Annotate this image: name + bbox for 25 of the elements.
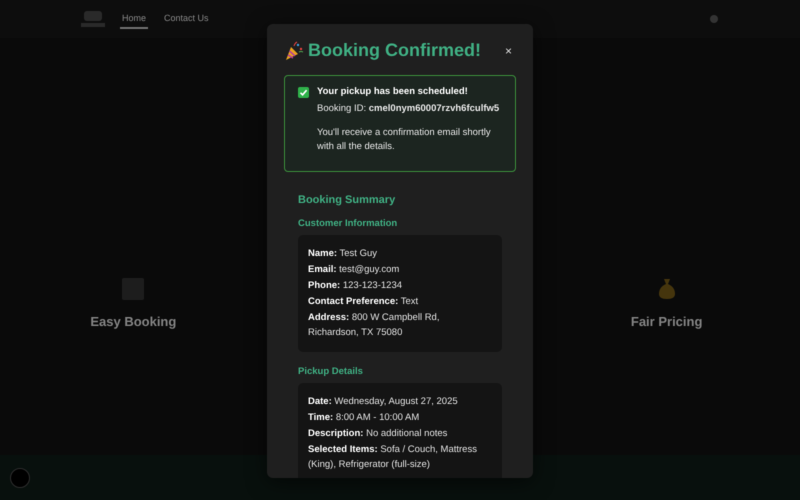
- booking-id-text: Booking ID: cmel0nym60007rzvh6fculfw5: [317, 102, 500, 116]
- logo-icon[interactable]: [80, 9, 106, 29]
- feature-title: Easy Booking: [90, 314, 176, 329]
- detail-text: Phone: 123-123-1234: [308, 279, 404, 294]
- close-button[interactable]: ×: [500, 44, 516, 58]
- alert-heading: Your pickup has been scheduled!: [317, 86, 469, 97]
- detail-text: Date: Wednesday, August 27, 2025: [308, 395, 459, 410]
- section-title: Pickup Details: [298, 366, 364, 378]
- nav-link[interactable]: Contact Us: [162, 9, 211, 29]
- detail-text: Email: test@guy.com: [308, 263, 400, 278]
- detail-text: Address: 800 W Campbell Rd, Richardson, TX 75080: [308, 311, 440, 340]
- detail-text: Name: Test Guy: [308, 247, 378, 262]
- money-bag-icon: [658, 278, 676, 300]
- section-title: Customer Information: [298, 218, 398, 230]
- summary-title: Booking Summary: [298, 194, 396, 206]
- feature-title: Fair Pricing: [630, 314, 702, 329]
- nav-link[interactable]: Home: [120, 9, 148, 29]
- detail-text: Time: 8:00 AM - 10:00 AM: [308, 411, 420, 426]
- party-popper-icon: [284, 40, 304, 60]
- alert-note: You'll receive a confirmation email shortly with all the details.: [317, 126, 492, 154]
- detail-text: Selected Items: Sofa / Couch, Mattress (King), Refrigerator (full-size): [308, 443, 478, 472]
- detail-text: Contact Preference: Text: [308, 295, 420, 310]
- dialog-title: Booking Confirmed!: [308, 40, 482, 61]
- checkmark-icon: [298, 87, 309, 98]
- detail-text: Description: No additional notes: [308, 427, 448, 442]
